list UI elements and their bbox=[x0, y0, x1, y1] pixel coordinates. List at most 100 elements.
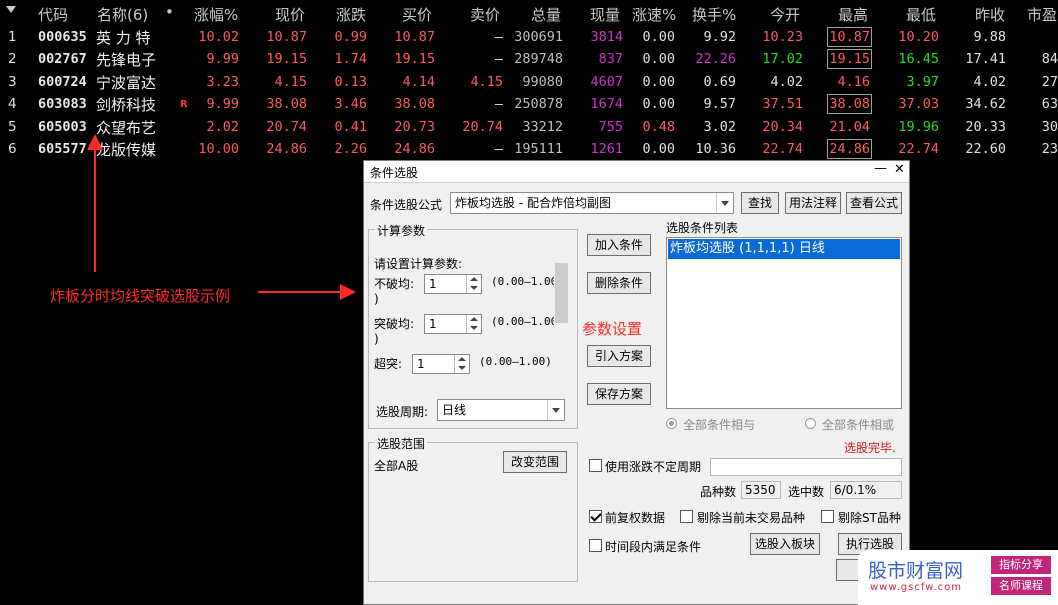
period-select[interactable]: 日线 bbox=[437, 399, 565, 421]
col-speed[interactable]: 涨速% bbox=[632, 4, 676, 25]
cell-open: 17.02 bbox=[762, 51, 803, 68]
table-row[interactable]: 5 605003 众望布艺 2.02 20.74 0.41 20.73 20.74 33212 7… bbox=[0, 117, 1058, 139]
table-row[interactable]: 2 002767 先锋电子 9.99 19.15 1.74 19.15 –289748 837 0… bbox=[0, 49, 1058, 71]
minimize-icon[interactable]: — bbox=[874, 161, 887, 176]
cell-price: 10.87 bbox=[266, 29, 307, 45]
cell-change-pct: 3.23 bbox=[206, 73, 239, 90]
stock-code: 600724 bbox=[38, 73, 87, 90]
close-icon[interactable]: ✕ bbox=[894, 162, 905, 177]
cell-low: 10.20 bbox=[898, 29, 939, 45]
col-open[interactable]: 今开 bbox=[770, 4, 800, 25]
col-prev-close[interactable]: 昨收 bbox=[975, 4, 1005, 25]
cell-speed: 0.00 bbox=[642, 141, 675, 157]
stock-name: 剑桥科技 bbox=[96, 96, 157, 115]
radio-all-or[interactable] bbox=[805, 418, 816, 429]
table-row[interactable]: 6 605577 龙版传媒 10.00 24.86 2.26 24.86 –195111 126… bbox=[0, 139, 1058, 161]
col-code[interactable]: 代码 bbox=[38, 4, 68, 25]
cell-turnover: 0.69 bbox=[703, 73, 736, 90]
uncertain-period-checkbox[interactable] bbox=[589, 459, 602, 472]
stock-range-value: 全部A股 bbox=[374, 459, 419, 473]
stock-range-title: 选股范围 bbox=[375, 435, 428, 452]
add-condition-button[interactable]: 加入条件 bbox=[587, 234, 651, 256]
uncertain-period-label: 使用涨跌不定周期 bbox=[605, 460, 702, 474]
time-range-label: 时间段内满足条件 bbox=[605, 540, 702, 554]
cell-turnover: 22.26 bbox=[695, 51, 736, 68]
col-name[interactable]: 名称(6) bbox=[97, 4, 148, 25]
cell-change-pct: 2.02 bbox=[206, 118, 239, 135]
col-mcap[interactable]: 市盈 bbox=[1027, 4, 1057, 25]
save-scheme-button[interactable]: 保存方案 bbox=[587, 383, 651, 405]
cell-prev-close: 17.41 bbox=[965, 51, 1006, 68]
view-formula-button[interactable]: 查看公式 bbox=[846, 192, 902, 214]
chevron-down-icon[interactable] bbox=[547, 400, 564, 420]
watermark-tag-share: 指标分享 bbox=[991, 556, 1051, 574]
col-change[interactable]: 涨跌 bbox=[336, 4, 366, 25]
param-spinner-2[interactable]: 1 bbox=[424, 314, 482, 334]
row-index: 1 bbox=[8, 29, 17, 45]
cell-speed: 0.00 bbox=[642, 51, 675, 68]
row-index: 2 bbox=[8, 51, 17, 68]
param-spinner-1[interactable]: 1 bbox=[424, 274, 482, 294]
col-volume[interactable]: 总量 bbox=[531, 4, 561, 25]
cell-ask: – bbox=[494, 141, 503, 157]
cell-mcap: 30 bbox=[1041, 118, 1058, 135]
cell-change-pct: 10.00 bbox=[198, 141, 239, 157]
chevron-down-icon[interactable] bbox=[716, 193, 733, 213]
fq-checkbox[interactable] bbox=[589, 510, 602, 523]
cell-cur-volume: 1261 bbox=[590, 141, 623, 157]
cell-bid: 20.73 bbox=[394, 118, 435, 135]
col-bid[interactable]: 买价 bbox=[402, 4, 432, 25]
scrollbar-thumb[interactable] bbox=[555, 263, 568, 323]
param-range-3: (0.00—1.00) bbox=[479, 355, 552, 368]
cell-open: 20.34 bbox=[762, 118, 803, 135]
sort-desc-icon[interactable] bbox=[6, 6, 16, 13]
col-cur-volume[interactable]: 现量 bbox=[590, 4, 620, 25]
cell-turnover: 9.57 bbox=[703, 96, 736, 113]
condition-list-item[interactable]: 炸板均选股 (1,1,1,1) 日线 bbox=[668, 239, 900, 259]
table-row[interactable]: 1 000635 英 力 特 10.02 10.87 0.99 10.87 –300691 38… bbox=[0, 27, 1058, 49]
spinner-arrows-icon[interactable] bbox=[466, 275, 481, 293]
spinner-arrows-icon[interactable] bbox=[466, 315, 481, 333]
dialog-titlebar[interactable]: 条件选股 — ✕ bbox=[364, 161, 909, 183]
formula-select[interactable]: 炸板均选股 - 配合炸倍均副图 bbox=[450, 192, 734, 214]
add-to-block-button[interactable]: 选股入板块 bbox=[750, 533, 820, 555]
remove-st-checkbox[interactable] bbox=[821, 510, 834, 523]
change-range-button[interactable]: 改变范围 bbox=[503, 451, 567, 473]
delete-condition-button[interactable]: 删除条件 bbox=[587, 272, 651, 294]
table-row[interactable]: 4 603083 剑桥科技 R 9.99 38.08 3.46 38.08 –250878 167… bbox=[0, 94, 1058, 116]
params-scrollbar[interactable] bbox=[554, 233, 569, 373]
stock-name: 英 力 特 bbox=[96, 29, 151, 47]
param-label-3: 超突: bbox=[374, 357, 403, 371]
find-button[interactable]: 查找 bbox=[741, 192, 779, 214]
import-scheme-button[interactable]: 引入方案 bbox=[587, 345, 651, 367]
watermark-url: www.gscfw.com bbox=[870, 582, 962, 593]
param-spinner-3[interactable]: 1 bbox=[412, 354, 470, 374]
col-high[interactable]: 最高 bbox=[838, 4, 868, 25]
col-price[interactable]: 现价 bbox=[275, 4, 305, 25]
stock-name: 先锋电子 bbox=[96, 51, 157, 70]
stock-name: 宁波富达 bbox=[96, 73, 157, 92]
col-turnover[interactable]: 换手% bbox=[692, 4, 736, 25]
cell-turnover: 3.02 bbox=[703, 118, 736, 135]
usage-notes-button[interactable]: 用法注释 bbox=[785, 192, 841, 214]
condition-list[interactable]: 炸板均选股 (1,1,1,1) 日线 bbox=[666, 237, 902, 409]
spinner-arrows-icon[interactable] bbox=[454, 355, 469, 373]
cell-cur-volume: 755 bbox=[598, 118, 623, 135]
col-change-pct[interactable]: 涨幅% bbox=[194, 4, 238, 25]
cell-ask: 4.15 bbox=[470, 73, 503, 90]
cell-mcap: 23 bbox=[1041, 141, 1058, 157]
row-index: 5 bbox=[8, 118, 17, 135]
params-prompt: 请设置计算参数: bbox=[374, 257, 463, 271]
col-low[interactable]: 最低 bbox=[906, 4, 936, 25]
radio-all-and[interactable] bbox=[666, 418, 677, 429]
cell-ask: 20.74 bbox=[462, 118, 503, 135]
param-label-1: 不破均: bbox=[374, 277, 415, 291]
cell-high: 21.04 bbox=[829, 118, 870, 135]
col-ask[interactable]: 卖价 bbox=[470, 4, 500, 25]
table-row[interactable]: 3 600724 宁波富达 3.23 4.15 0.13 4.14 4.15 99080 4607… bbox=[0, 72, 1058, 94]
remove-untraded-checkbox[interactable] bbox=[680, 510, 693, 523]
cell-ask: – bbox=[494, 29, 503, 45]
time-range-checkbox[interactable] bbox=[589, 539, 602, 552]
cell-price: 4.15 bbox=[274, 73, 307, 90]
uncertain-period-field[interactable] bbox=[710, 458, 902, 476]
